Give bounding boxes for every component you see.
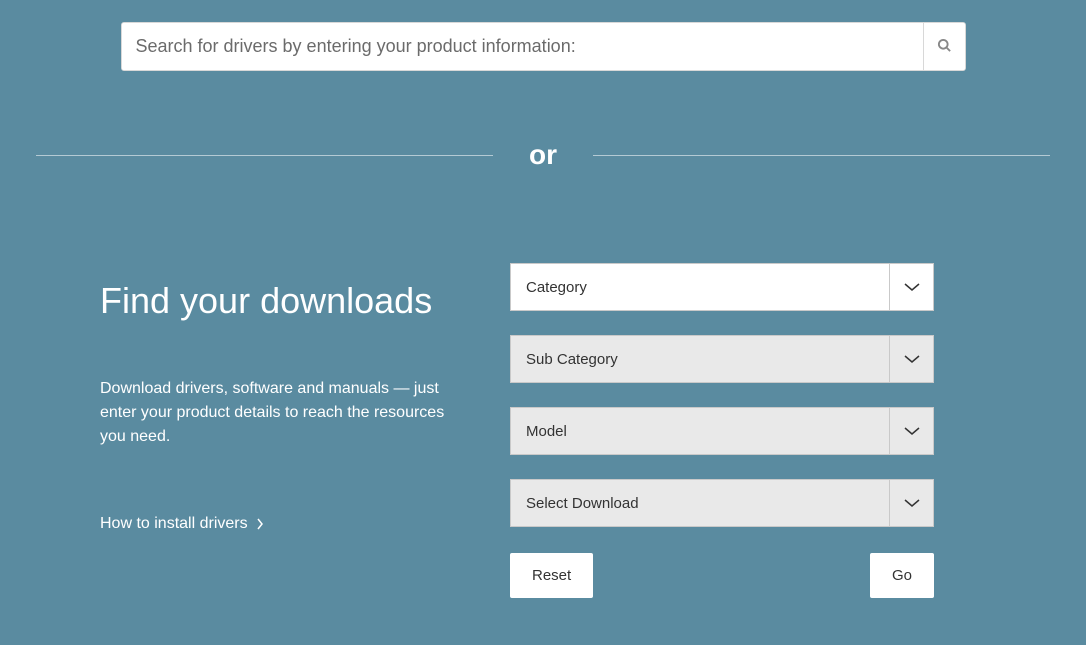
divider: or <box>36 139 1050 171</box>
page-heading: Find your downloads <box>100 281 450 321</box>
subcategory-select[interactable]: Sub Category <box>510 335 934 383</box>
divider-line-right <box>593 155 1050 156</box>
go-button[interactable]: Go <box>870 553 934 598</box>
subcategory-select-label: Sub Category <box>511 336 889 382</box>
download-select[interactable]: Select Download <box>510 479 934 527</box>
download-select-label: Select Download <box>511 480 889 526</box>
select-column: Category Sub Category Model Select Downl… <box>510 263 986 598</box>
category-select-label: Category <box>511 264 889 310</box>
divider-line-left <box>36 155 493 156</box>
page-description: Download drivers, software and manuals —… <box>100 377 450 449</box>
search-icon <box>937 38 952 56</box>
install-drivers-link-label: How to install drivers <box>100 515 248 533</box>
model-select-label: Model <box>511 408 889 454</box>
category-select[interactable]: Category <box>510 263 934 311</box>
search-button[interactable] <box>923 23 965 70</box>
model-select[interactable]: Model <box>510 407 934 455</box>
chevron-down-icon <box>889 264 933 310</box>
chevron-down-icon <box>889 336 933 382</box>
chevron-down-icon <box>889 408 933 454</box>
reset-button[interactable]: Reset <box>510 553 593 598</box>
chevron-right-icon <box>256 518 264 530</box>
search-bar <box>121 22 966 71</box>
chevron-down-icon <box>889 480 933 526</box>
search-input[interactable] <box>122 23 923 70</box>
divider-text: or <box>493 139 593 171</box>
install-drivers-link[interactable]: How to install drivers <box>100 515 264 533</box>
